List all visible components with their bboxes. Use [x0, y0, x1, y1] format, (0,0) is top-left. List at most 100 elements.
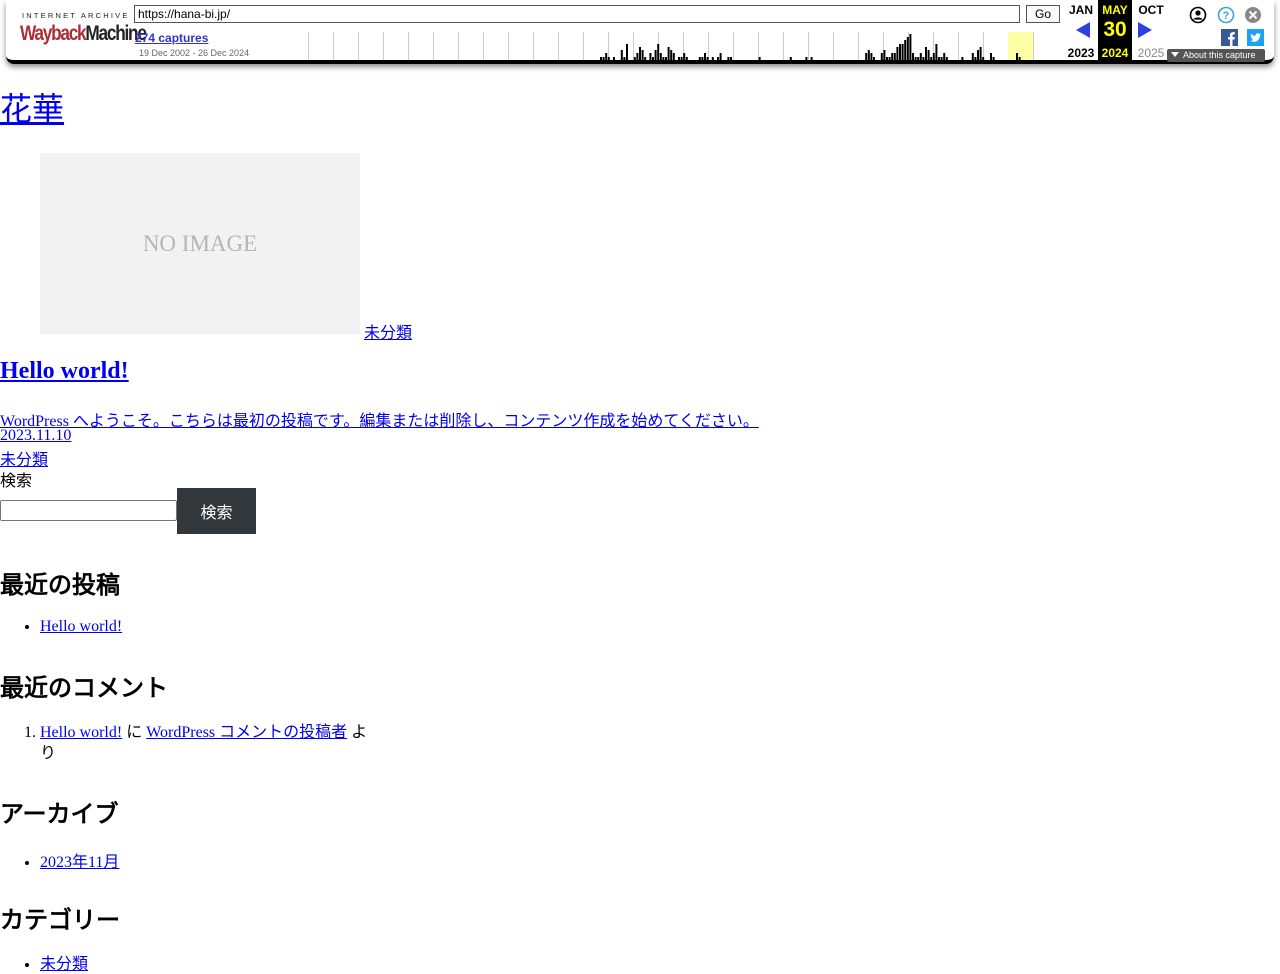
sparkline-capture-bar — [672, 53, 675, 60]
svg-text:?: ? — [1223, 10, 1230, 22]
comment-post-link[interactable]: Hello world! — [40, 724, 122, 741]
about-capture-button[interactable]: About this capture — [1167, 49, 1265, 62]
sparkline-capture-bar — [982, 57, 985, 60]
sparkline-capture-bar — [719, 53, 722, 60]
prev-capture-arrow-icon[interactable] — [1076, 22, 1090, 38]
post-thumbnail-link[interactable]: NO IMAGE — [40, 153, 360, 334]
sparkline-capture-bar — [927, 50, 930, 60]
next-capture-column[interactable]: OCT 2025 — [1134, 0, 1168, 62]
sparkline-capture-bar — [685, 57, 688, 60]
prev-month: JAN — [1068, 3, 1093, 17]
sparkline-capture-bar — [906, 37, 909, 60]
post-date-link[interactable]: 2023.11.10 — [0, 427, 71, 445]
sparkline-capture-bar — [896, 47, 899, 60]
sparkline-capture-bar — [670, 50, 673, 60]
sparkline-capture-bar — [870, 53, 873, 60]
sparkline-capture-bar — [730, 57, 732, 60]
sparkline-capture-bar — [659, 53, 662, 60]
sparkline-capture-bar — [654, 50, 657, 60]
capture-sparkline[interactable] — [308, 32, 1058, 60]
month-navigator: JAN 2023 MAY 30 2024 OCT 2025 — [1060, 0, 1172, 62]
sparkline-capture-bar — [938, 57, 940, 60]
search-label: 検索 — [0, 473, 33, 490]
thumbnail-category-link[interactable]: 未分類 — [364, 319, 412, 343]
list-item: Hello world! に WordPress コメントの投稿者 より — [40, 722, 370, 764]
sparkline-capture-bar — [1018, 57, 1021, 60]
sparkline-capture-bar — [888, 57, 891, 60]
sparkline-capture-bar — [810, 57, 813, 60]
sparkline-capture-bar — [893, 53, 896, 60]
sparkline-capture-bar — [865, 53, 868, 60]
sparkline-capture-bar — [904, 40, 907, 60]
sparkline-capture-bar — [623, 57, 626, 60]
sparkline-capture-bar — [789, 57, 792, 60]
next-month: OCT — [1138, 3, 1164, 17]
logo-wayback-word: Wayback — [20, 22, 87, 45]
sparkline-capture-bar — [602, 57, 605, 60]
sparkline-capture-bar — [883, 50, 886, 60]
wayback-url-input[interactable] — [134, 5, 1020, 23]
list-item: 未分類 — [40, 950, 88, 974]
archive-heading: アーカイブ — [0, 800, 119, 828]
category-link[interactable]: 未分類 — [40, 956, 88, 973]
sparkline-capture-bar — [919, 53, 922, 60]
next-year: 2025 — [1137, 46, 1165, 60]
archive-month-link[interactable]: 2023年11月 — [40, 854, 119, 871]
recent-comments-list: Hello world! に WordPress コメントの投稿者 より — [0, 722, 370, 764]
sparkline-capture-bar — [935, 44, 938, 60]
wayback-logo[interactable]: INTERNET ARCHIVE WaybackMachine — [18, 8, 147, 50]
recent-posts-heading: 最近の投稿 — [0, 571, 120, 599]
sparkline-capture-bar — [717, 57, 719, 60]
sparkline-capture-bar — [914, 57, 917, 60]
sparkline-capture-bar — [867, 50, 870, 60]
sparkline-capture-bar — [930, 57, 933, 60]
post-excerpt-link[interactable]: WordPress へようこそ。こちらは最初の投稿です。編集または削除し、コンテ… — [0, 407, 759, 431]
site-title-link[interactable]: 花華 — [0, 91, 64, 127]
capture-date-range: 19 Dec 2002 - 26 Dec 2024 — [139, 48, 250, 58]
facebook-share-icon[interactable] — [1221, 29, 1238, 46]
sparkline-capture-bar — [607, 57, 610, 60]
sparkline-capture-bar — [657, 44, 660, 60]
sparkline-capture-bar — [925, 47, 927, 60]
recent-comments-heading: 最近のコメント — [0, 674, 168, 702]
search-button[interactable]: 検索 — [177, 488, 256, 534]
sparkline-capture-bar — [644, 57, 647, 60]
sparkline-capture-bar — [641, 50, 644, 60]
sparkline-capture-bar — [901, 44, 904, 60]
post-title-link[interactable]: Hello world! — [0, 358, 129, 384]
logo-wayback-text: WaybackMachine — [20, 22, 147, 46]
sparkline-capture-bar — [899, 44, 901, 60]
archive-list: 2023年11月 — [0, 848, 119, 872]
sparkline-capture-bar — [701, 57, 704, 60]
captures-link[interactable]: 274 captures — [135, 31, 208, 45]
sparkline-capture-bar — [626, 44, 628, 60]
comment-author-link[interactable]: WordPress コメントの投稿者 — [146, 724, 347, 741]
comment-connector-ni: に — [122, 724, 147, 741]
sparkline-capture-bar — [706, 57, 709, 60]
list-item: 2023年11月 — [40, 848, 119, 872]
current-year: 2024 — [1101, 46, 1129, 60]
sparkline-capture-bar — [758, 57, 761, 60]
sparkline-capture-bar — [940, 57, 943, 60]
sparkline-current-year-highlight — [1008, 32, 1033, 60]
close-icon[interactable] — [1244, 6, 1262, 24]
sparkline-capture-bar — [990, 53, 992, 60]
site-title: 花華 — [0, 84, 64, 130]
search-input[interactable] — [0, 500, 177, 521]
twitter-share-icon[interactable] — [1247, 29, 1264, 46]
sparkline-capture-bar — [932, 53, 935, 60]
sparkline-capture-bar — [880, 53, 883, 60]
help-icon[interactable]: ? — [1217, 6, 1235, 24]
sparkline-capture-bar — [649, 53, 652, 60]
sparkline-capture-bar — [667, 47, 670, 60]
recent-post-link[interactable]: Hello world! — [40, 618, 122, 635]
sparkline-capture-bar — [683, 53, 686, 60]
sparkline-capture-bar — [912, 53, 914, 60]
wayback-go-button[interactable]: Go — [1026, 5, 1060, 23]
sparkline-capture-bar — [704, 53, 706, 60]
current-capture-column: MAY 30 2024 — [1098, 0, 1132, 62]
prev-year: 2023 — [1067, 46, 1095, 60]
sparkline-capture-bar — [805, 57, 808, 60]
sparkline-svg — [308, 32, 1034, 60]
user-account-icon[interactable] — [1189, 6, 1207, 24]
